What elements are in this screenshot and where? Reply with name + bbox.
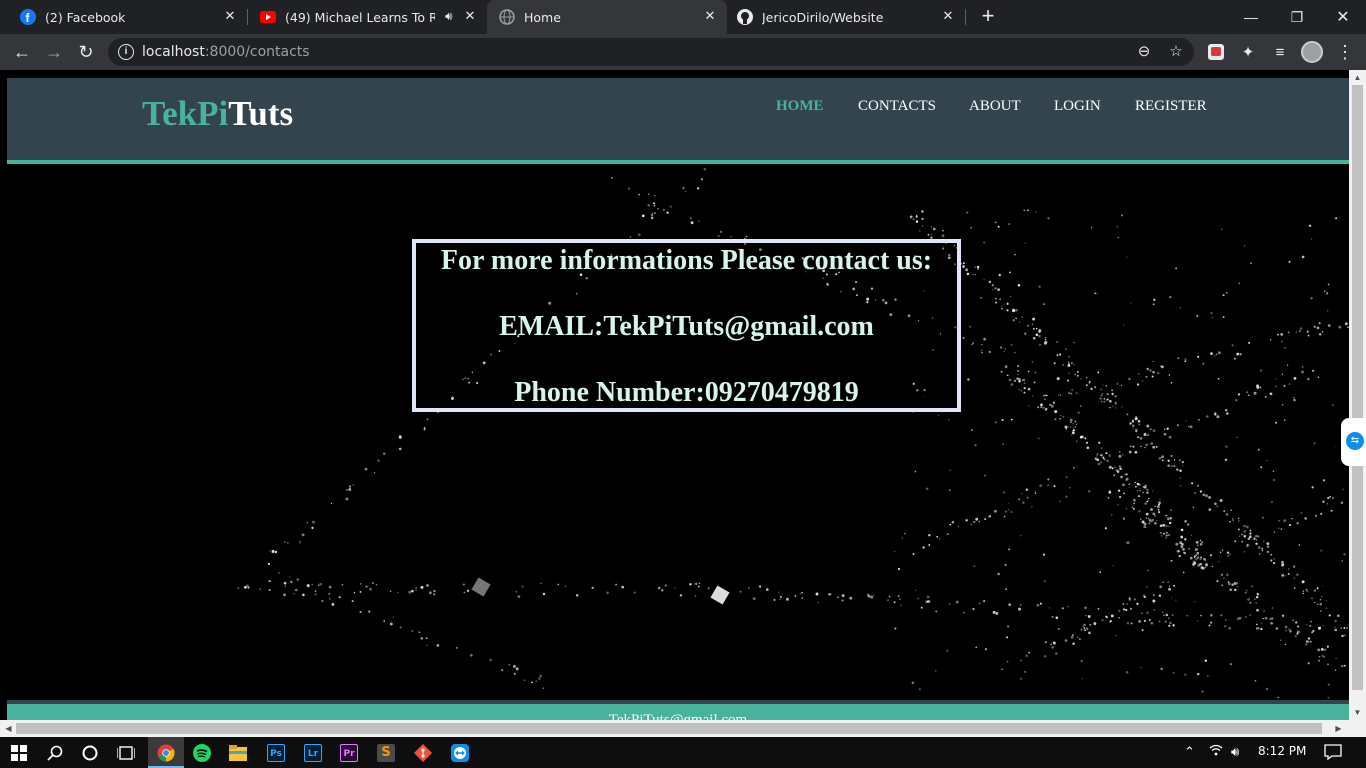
horizontal-scroll-thumb[interactable]: [16, 723, 1322, 734]
close-icon[interactable]: ✕: [223, 10, 237, 24]
pocket-extension-icon[interactable]: [1206, 42, 1226, 62]
tab-title: (2) Facebook: [45, 9, 126, 25]
site-footer: TekPiTuts@gmail.com: [7, 700, 1349, 720]
tab-github[interactable]: JericoDirilo/Website ✕: [727, 0, 965, 34]
browser-toolbar: ← → ↻ i localhost:8000/contacts ⊖ ☆ ✦ ≡ …: [0, 34, 1366, 70]
bookmark-star-icon[interactable]: ☆: [1167, 43, 1185, 61]
info-icon[interactable]: i: [118, 44, 134, 60]
reload-button[interactable]: ↻: [74, 40, 98, 64]
nav-home[interactable]: HOME: [776, 98, 824, 115]
horizontal-scrollbar[interactable]: ◀ ▶: [0, 720, 1366, 737]
premiere-icon[interactable]: Pr: [338, 742, 360, 764]
lightroom-icon[interactable]: Lr: [302, 742, 324, 764]
spotify-icon[interactable]: [191, 742, 213, 764]
close-icon[interactable]: ✕: [703, 10, 717, 24]
photoshop-icon[interactable]: Ps: [265, 742, 287, 764]
url-path: :8000/contacts: [204, 44, 310, 60]
nav-login[interactable]: LOGIN: [1054, 98, 1101, 115]
task-view-icon[interactable]: [115, 742, 137, 764]
tab-facebook[interactable]: f (2) Facebook ✕: [0, 0, 247, 34]
contact-heading: For more informations Please contact us:: [440, 245, 933, 276]
nav-contacts[interactable]: CONTACTS: [858, 98, 936, 115]
site-logo[interactable]: TekPiTuts: [142, 94, 293, 134]
close-icon[interactable]: ✕: [941, 10, 955, 24]
scroll-up-arrow-icon[interactable]: ▲: [1353, 73, 1362, 82]
speaker-icon[interactable]: 🔊︎: [445, 9, 453, 24]
git-icon[interactable]: [412, 742, 434, 764]
vertical-scrollbar[interactable]: ▲ ▼: [1349, 70, 1366, 720]
youtube-icon: [260, 9, 276, 25]
tab-title: JericoDirilo/Website: [762, 9, 884, 25]
logo-part2: Tuts: [228, 94, 294, 133]
search-icon[interactable]: [44, 742, 66, 764]
url-host: localhost: [142, 44, 205, 60]
minimize-button[interactable]: —: [1228, 0, 1274, 34]
sublime-icon[interactable]: S: [375, 742, 397, 764]
windows-start-icon[interactable]: [8, 742, 30, 764]
tab-home[interactable]: Home ✕: [487, 0, 727, 34]
scroll-right-arrow-icon[interactable]: ▶: [1334, 724, 1343, 733]
nav-register[interactable]: REGISTER: [1135, 98, 1207, 115]
notification-center-icon[interactable]: [1324, 744, 1342, 763]
address-bar[interactable]: i localhost:8000/contacts ⊖ ☆: [108, 38, 1194, 66]
globe-icon: [499, 9, 515, 25]
web-page: TekPiTuts HOME CONTACTS ABOUT LOGIN REGI…: [7, 70, 1349, 720]
volume-icon[interactable]: 🔊︎: [1231, 744, 1239, 760]
tab-youtube[interactable]: (49) Michael Learns To Rock 🔊︎ ✕: [240, 0, 487, 34]
tab-separator: [965, 9, 966, 25]
tab-strip: f (2) Facebook ✕ (49) Michael Learns To …: [0, 0, 1366, 34]
footer-text: TekPiTuts@gmail.com: [608, 712, 748, 720]
close-icon[interactable]: ✕: [463, 10, 477, 24]
zoom-icon[interactable]: ⊖: [1135, 43, 1153, 61]
logo-part1: TekPi: [142, 94, 229, 133]
back-button[interactable]: ←: [10, 40, 34, 64]
media-control-icon[interactable]: ≡: [1270, 42, 1290, 62]
nav-about[interactable]: ABOUT: [969, 98, 1021, 115]
contact-box: For more informations Please contact us:…: [412, 239, 961, 412]
menu-kebab-icon[interactable]: ⋮: [1336, 40, 1354, 64]
window-close-button[interactable]: ✕: [1320, 0, 1366, 34]
file-explorer-icon[interactable]: [227, 742, 249, 764]
new-tab-button[interactable]: +: [978, 5, 998, 27]
teamviewer-icon: ⇆: [1346, 432, 1364, 450]
url-text[interactable]: localhost:8000/contacts: [142, 44, 310, 60]
forward-button[interactable]: →: [42, 40, 66, 64]
clock[interactable]: 8:12 PM: [1258, 744, 1306, 758]
restore-button[interactable]: ❐: [1274, 0, 1320, 34]
scroll-down-arrow-icon[interactable]: ▼: [1353, 708, 1362, 717]
cortana-icon[interactable]: [79, 742, 101, 764]
windows-taskbar: Ps Lr Pr S ⌃ 🔊︎ 8:12 PM: [0, 737, 1366, 768]
teamviewer-side-tab[interactable]: ⇆: [1341, 418, 1366, 466]
scroll-left-arrow-icon[interactable]: ◀: [4, 724, 13, 733]
profile-avatar[interactable]: [1301, 41, 1323, 63]
wifi-icon[interactable]: [1209, 744, 1223, 759]
contact-phone: Phone Number:09270479819: [514, 377, 859, 408]
tab-title: (49) Michael Learns To Rock: [285, 9, 435, 25]
tab-title: Home: [524, 9, 561, 25]
site-header: TekPiTuts HOME CONTACTS ABOUT LOGIN REGI…: [7, 78, 1349, 164]
page-viewport: TekPiTuts HOME CONTACTS ABOUT LOGIN REGI…: [0, 70, 1366, 720]
facebook-icon: f: [20, 9, 36, 25]
chrome-icon[interactable]: [155, 742, 177, 764]
contact-email: EMAIL:TekPiTuts@gmail.com: [499, 311, 874, 342]
vertical-scroll-thumb[interactable]: [1352, 85, 1363, 690]
teamviewer-icon[interactable]: [449, 742, 471, 764]
github-icon: [737, 9, 753, 25]
extensions-puzzle-icon[interactable]: ✦: [1238, 42, 1258, 62]
chevron-up-icon[interactable]: ⌃: [1184, 744, 1195, 760]
